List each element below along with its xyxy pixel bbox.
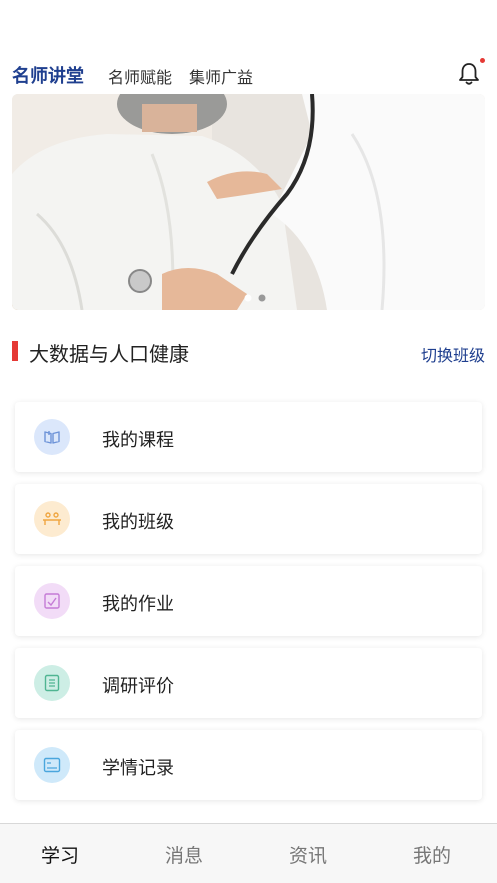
bottom-tab-news[interactable]: 资讯 [289,841,327,868]
record-icon [34,747,70,783]
class-title: 大数据与人口健康 [29,342,189,366]
book-icon [34,419,70,455]
banner-carousel[interactable] [12,94,485,310]
menu-label: 我的班级 [102,512,174,533]
menu-label: 调研评价 [102,676,174,697]
bottom-tab-study[interactable]: 学习 [41,841,79,868]
bottom-tab-mine[interactable]: 我的 [413,841,451,868]
bell-icon [459,63,479,85]
bottom-navigation: 学习 消息 资讯 我的 [0,823,497,883]
survey-icon [34,665,70,701]
class-icon [34,501,70,537]
menu-label: 我的课程 [102,430,174,451]
tab-collective-wisdom[interactable]: 集师广益 [189,64,253,88]
menu-label: 学情记录 [102,758,174,779]
homework-icon [34,583,70,619]
menu-item-my-courses[interactable]: 我的课程 [15,402,482,472]
menu-item-survey-evaluation[interactable]: 调研评价 [15,648,482,718]
menu-item-my-homework[interactable]: 我的作业 [15,566,482,636]
section-marker [12,341,18,361]
notification-button[interactable] [457,58,485,88]
menu-item-my-class[interactable]: 我的班级 [15,484,482,554]
top-navigation: 名师讲堂 名师赋能 集师广益 [12,58,485,94]
tab-famous-teacher-lecture[interactable]: 名师讲堂 [12,62,84,88]
notification-badge [480,58,485,63]
menu-label: 我的作业 [102,594,174,615]
bottom-tab-messages[interactable]: 消息 [165,841,203,868]
tab-teacher-empowerment[interactable]: 名师赋能 [108,64,172,88]
menu-item-learning-record[interactable]: 学情记录 [15,730,482,800]
switch-class-link[interactable]: 切换班级 [421,342,485,366]
banner-image [12,94,485,310]
class-section-header: 大数据与人口健康 切换班级 [12,336,485,366]
